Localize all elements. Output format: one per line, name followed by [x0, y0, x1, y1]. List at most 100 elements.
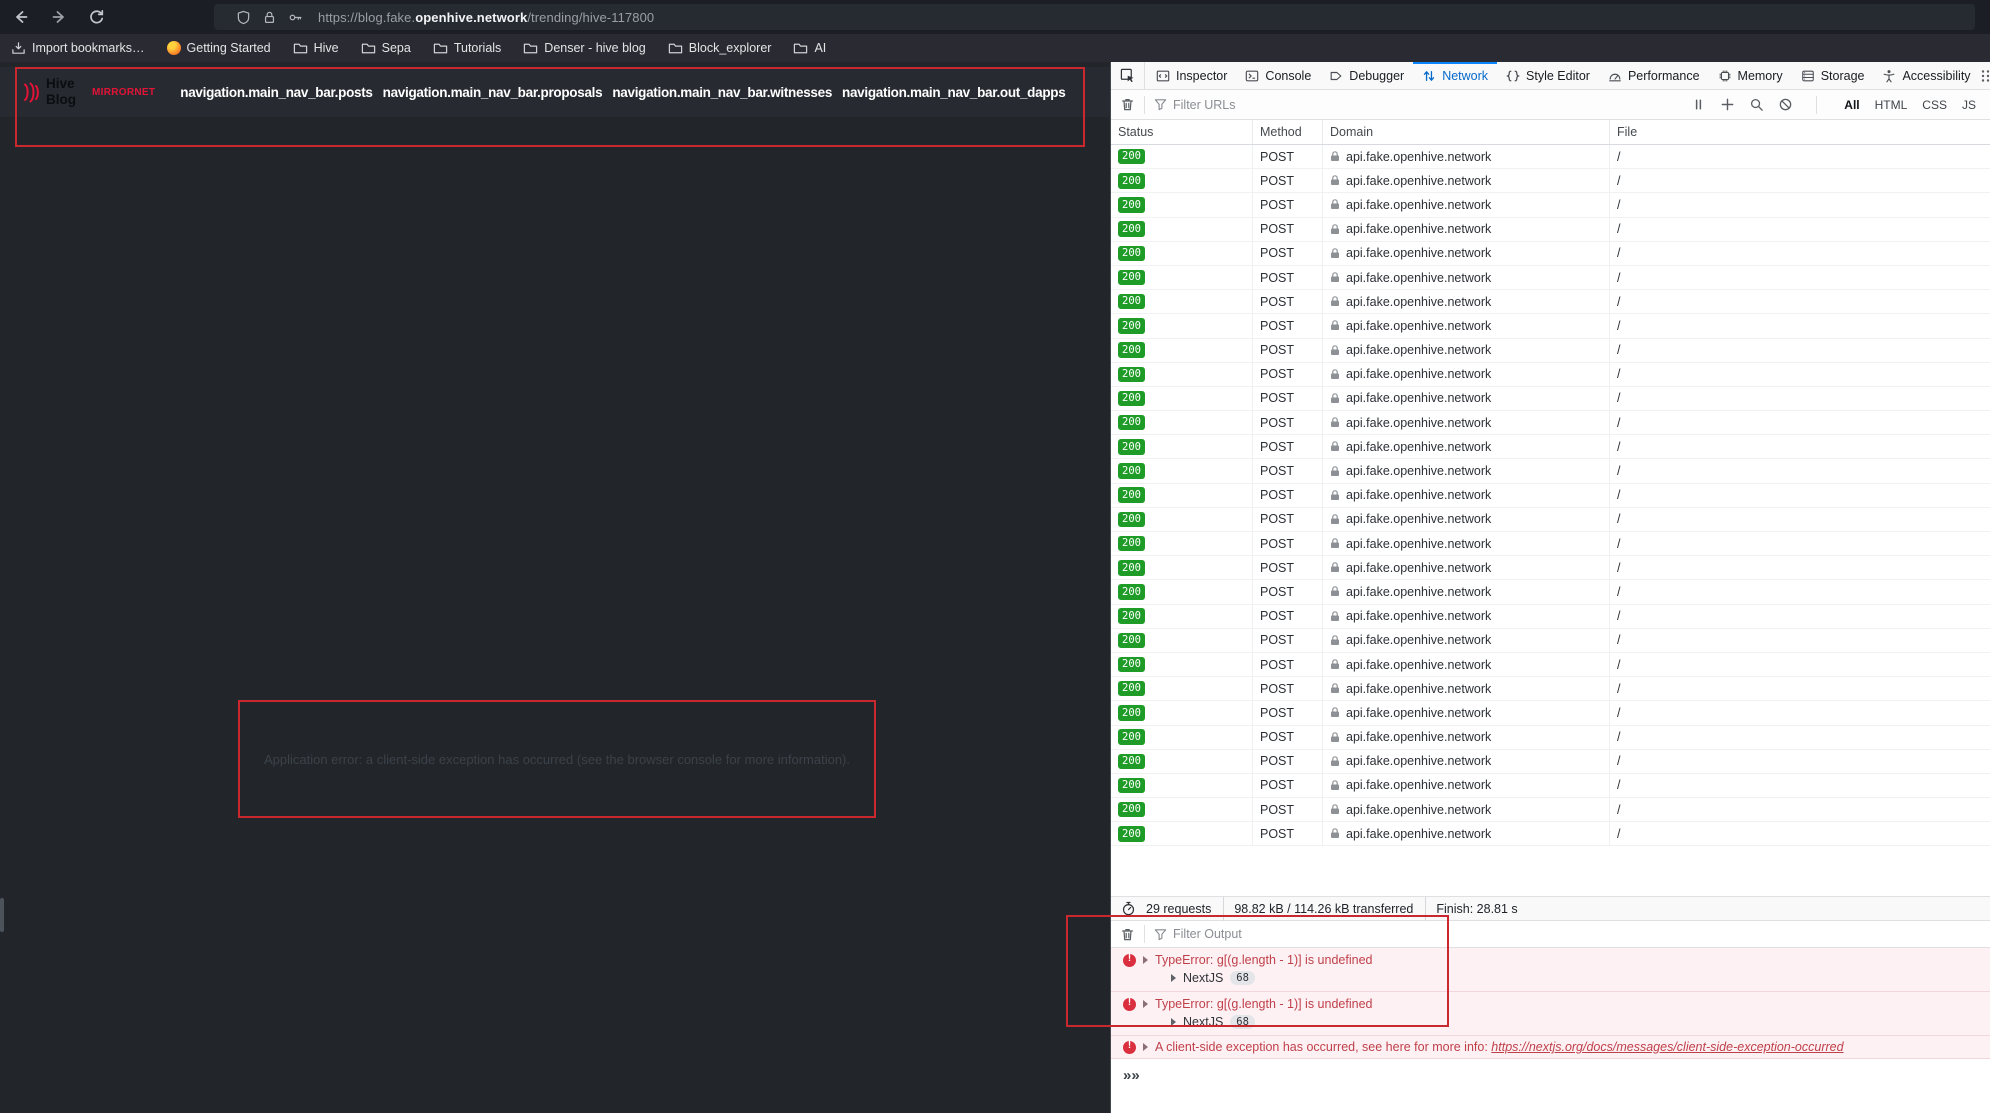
table-row[interactable]: 200 POST api.fake.openhive.network /: [1111, 556, 1990, 581]
status-cell: 200: [1111, 193, 1253, 217]
tab-console[interactable]: Console: [1236, 62, 1320, 89]
bookmark-folder-sepa[interactable]: Sepa: [361, 41, 411, 56]
type-filter-html[interactable]: HTML: [1875, 98, 1908, 112]
back-icon[interactable]: [12, 8, 30, 26]
bookmark-folder-ai[interactable]: AI: [793, 41, 826, 56]
table-row[interactable]: 200 POST api.fake.openhive.network /: [1111, 725, 1990, 750]
bookmark-folder-block-explorer[interactable]: Block_explorer: [668, 41, 771, 56]
error-info-link[interactable]: https://nextjs.org/docs/messages/client-…: [1491, 1040, 1843, 1054]
bookmark-getting-started[interactable]: Getting Started: [166, 41, 271, 55]
https-lock-icon: [1330, 756, 1340, 767]
url-text: https://blog.fake.openhive.network/trend…: [318, 10, 654, 25]
table-row[interactable]: 200 POST api.fake.openhive.network /: [1111, 217, 1990, 242]
expand-arrow-icon[interactable]: [1171, 974, 1176, 982]
forward-icon[interactable]: [50, 8, 68, 26]
expand-arrow-icon[interactable]: [1143, 1043, 1148, 1051]
file-cell: /: [1617, 439, 1621, 454]
type-filter-js[interactable]: JS: [1962, 98, 1976, 112]
column-header-status[interactable]: Status: [1111, 120, 1253, 144]
table-row[interactable]: 200 POST api.fake.openhive.network /: [1111, 532, 1990, 557]
table-row[interactable]: 200 POST api.fake.openhive.network /: [1111, 145, 1990, 170]
tab-performance[interactable]: Performance: [1599, 62, 1709, 89]
table-row[interactable]: 200 POST api.fake.openhive.network /: [1111, 604, 1990, 629]
tab-network[interactable]: Network: [1413, 62, 1497, 89]
table-row[interactable]: 200 POST api.fake.openhive.network /: [1111, 652, 1990, 678]
table-row[interactable]: 200 POST api.fake.openhive.network /: [1111, 628, 1990, 653]
expand-arrow-icon[interactable]: [1143, 956, 1148, 964]
table-row[interactable]: 200 POST api.fake.openhive.network /: [1111, 749, 1990, 774]
type-filter-all[interactable]: All: [1844, 98, 1859, 112]
shield-icon[interactable]: [236, 10, 251, 25]
table-row[interactable]: 200 POST api.fake.openhive.network /: [1111, 773, 1990, 799]
table-row[interactable]: 200 POST api.fake.openhive.network /: [1111, 798, 1990, 823]
column-header-file[interactable]: File: [1610, 120, 1990, 144]
expand-arrow-icon[interactable]: [1143, 1000, 1148, 1008]
status-cell: 200: [1111, 532, 1253, 556]
nav-item-out-dapps[interactable]: navigation.main_nav_bar.out_dapps: [842, 85, 1066, 100]
table-row[interactable]: 200 POST api.fake.openhive.network /: [1111, 580, 1990, 605]
table-row[interactable]: 200 POST api.fake.openhive.network /: [1111, 362, 1990, 387]
page-scrollbar-thumb[interactable]: [0, 898, 4, 932]
pick-element-button[interactable]: [1111, 62, 1145, 89]
filter-urls-input[interactable]: [1173, 97, 1393, 112]
table-row[interactable]: 200 POST api.fake.openhive.network /: [1111, 290, 1990, 315]
bookmark-folder-denser[interactable]: Denser - hive blog: [523, 41, 646, 56]
error-source[interactable]: NextJS: [1183, 1015, 1223, 1029]
type-filter-css[interactable]: CSS: [1922, 98, 1947, 112]
tab-storage[interactable]: Storage: [1792, 62, 1874, 89]
site-brand[interactable]: Hive Blog: [46, 76, 76, 108]
pause-icon[interactable]: [1691, 97, 1706, 112]
clear-requests-trash-icon[interactable]: [1120, 97, 1135, 112]
console-prompt[interactable]: »»: [1111, 1059, 1990, 1084]
error-source[interactable]: NextJS: [1183, 971, 1223, 985]
reload-icon[interactable]: [88, 8, 106, 26]
tab-debugger[interactable]: Debugger: [1320, 62, 1413, 89]
lock-icon[interactable]: [262, 10, 277, 25]
table-row[interactable]: 200 POST api.fake.openhive.network /: [1111, 169, 1990, 194]
table-row[interactable]: 200 POST api.fake.openhive.network /: [1111, 507, 1990, 532]
bookmark-import[interactable]: Import bookmarks…: [11, 41, 145, 56]
table-row[interactable]: 200 POST api.fake.openhive.network /: [1111, 459, 1990, 484]
clear-console-trash-icon[interactable]: [1120, 927, 1135, 942]
nav-item-witnesses[interactable]: navigation.main_nav_bar.witnesses: [612, 85, 832, 100]
nav-item-posts[interactable]: navigation.main_nav_bar.posts: [180, 85, 373, 100]
bookmark-folder-tutorials[interactable]: Tutorials: [433, 41, 501, 56]
folder-icon: [793, 41, 808, 56]
https-lock-icon: [1330, 683, 1340, 694]
table-row[interactable]: 200 POST api.fake.openhive.network /: [1111, 314, 1990, 339]
hive-logo-icon[interactable]: [22, 82, 39, 103]
block-icon[interactable]: [1778, 97, 1793, 112]
column-header-domain[interactable]: Domain: [1323, 120, 1610, 144]
nav-item-proposals[interactable]: navigation.main_nav_bar.proposals: [383, 85, 603, 100]
table-row[interactable]: 200 POST api.fake.openhive.network /: [1111, 193, 1990, 218]
table-row[interactable]: 200 POST api.fake.openhive.network /: [1111, 241, 1990, 266]
table-row[interactable]: 200 POST api.fake.openhive.network /: [1111, 265, 1990, 291]
console-error-row[interactable]: TypeError: g[(g.length - 1)] is undefine…: [1111, 948, 1990, 992]
status-badge: 200: [1118, 560, 1145, 576]
search-icon[interactable]: [1749, 97, 1764, 112]
domain-text: api.fake.openhive.network: [1346, 343, 1492, 358]
console-error-row[interactable]: TypeError: g[(g.length - 1)] is undefine…: [1111, 992, 1990, 1036]
table-row[interactable]: 200 POST api.fake.openhive.network /: [1111, 338, 1990, 363]
more-tools-button[interactable]: [1980, 62, 1990, 89]
column-header-method[interactable]: Method: [1253, 120, 1323, 144]
bookmark-folder-hive[interactable]: Hive: [293, 41, 339, 56]
tab-accessibility[interactable]: Accessibility: [1873, 62, 1979, 89]
console-error-row[interactable]: A client-side exception has occurred, se…: [1111, 1036, 1990, 1059]
tab-inspector[interactable]: Inspector: [1147, 62, 1236, 89]
tab-memory[interactable]: Memory: [1709, 62, 1792, 89]
table-row[interactable]: 200 POST api.fake.openhive.network /: [1111, 483, 1990, 508]
table-row[interactable]: 200 POST api.fake.openhive.network /: [1111, 822, 1990, 847]
new-request-plus-icon[interactable]: [1720, 97, 1735, 112]
status-badge: 200: [1118, 439, 1145, 455]
table-row[interactable]: 200 POST api.fake.openhive.network /: [1111, 435, 1990, 460]
filter-output-input[interactable]: [1173, 927, 1393, 941]
tab-style-editor[interactable]: Style Editor: [1497, 62, 1599, 89]
table-row[interactable]: 200 POST api.fake.openhive.network /: [1111, 701, 1990, 726]
table-row[interactable]: 200 POST api.fake.openhive.network /: [1111, 411, 1990, 436]
url-bar[interactable]: https://blog.fake.openhive.network/trend…: [214, 4, 1975, 30]
key-icon[interactable]: [288, 10, 303, 25]
table-row[interactable]: 200 POST api.fake.openhive.network /: [1111, 386, 1990, 412]
expand-arrow-icon[interactable]: [1171, 1018, 1176, 1026]
table-row[interactable]: 200 POST api.fake.openhive.network /: [1111, 677, 1990, 702]
